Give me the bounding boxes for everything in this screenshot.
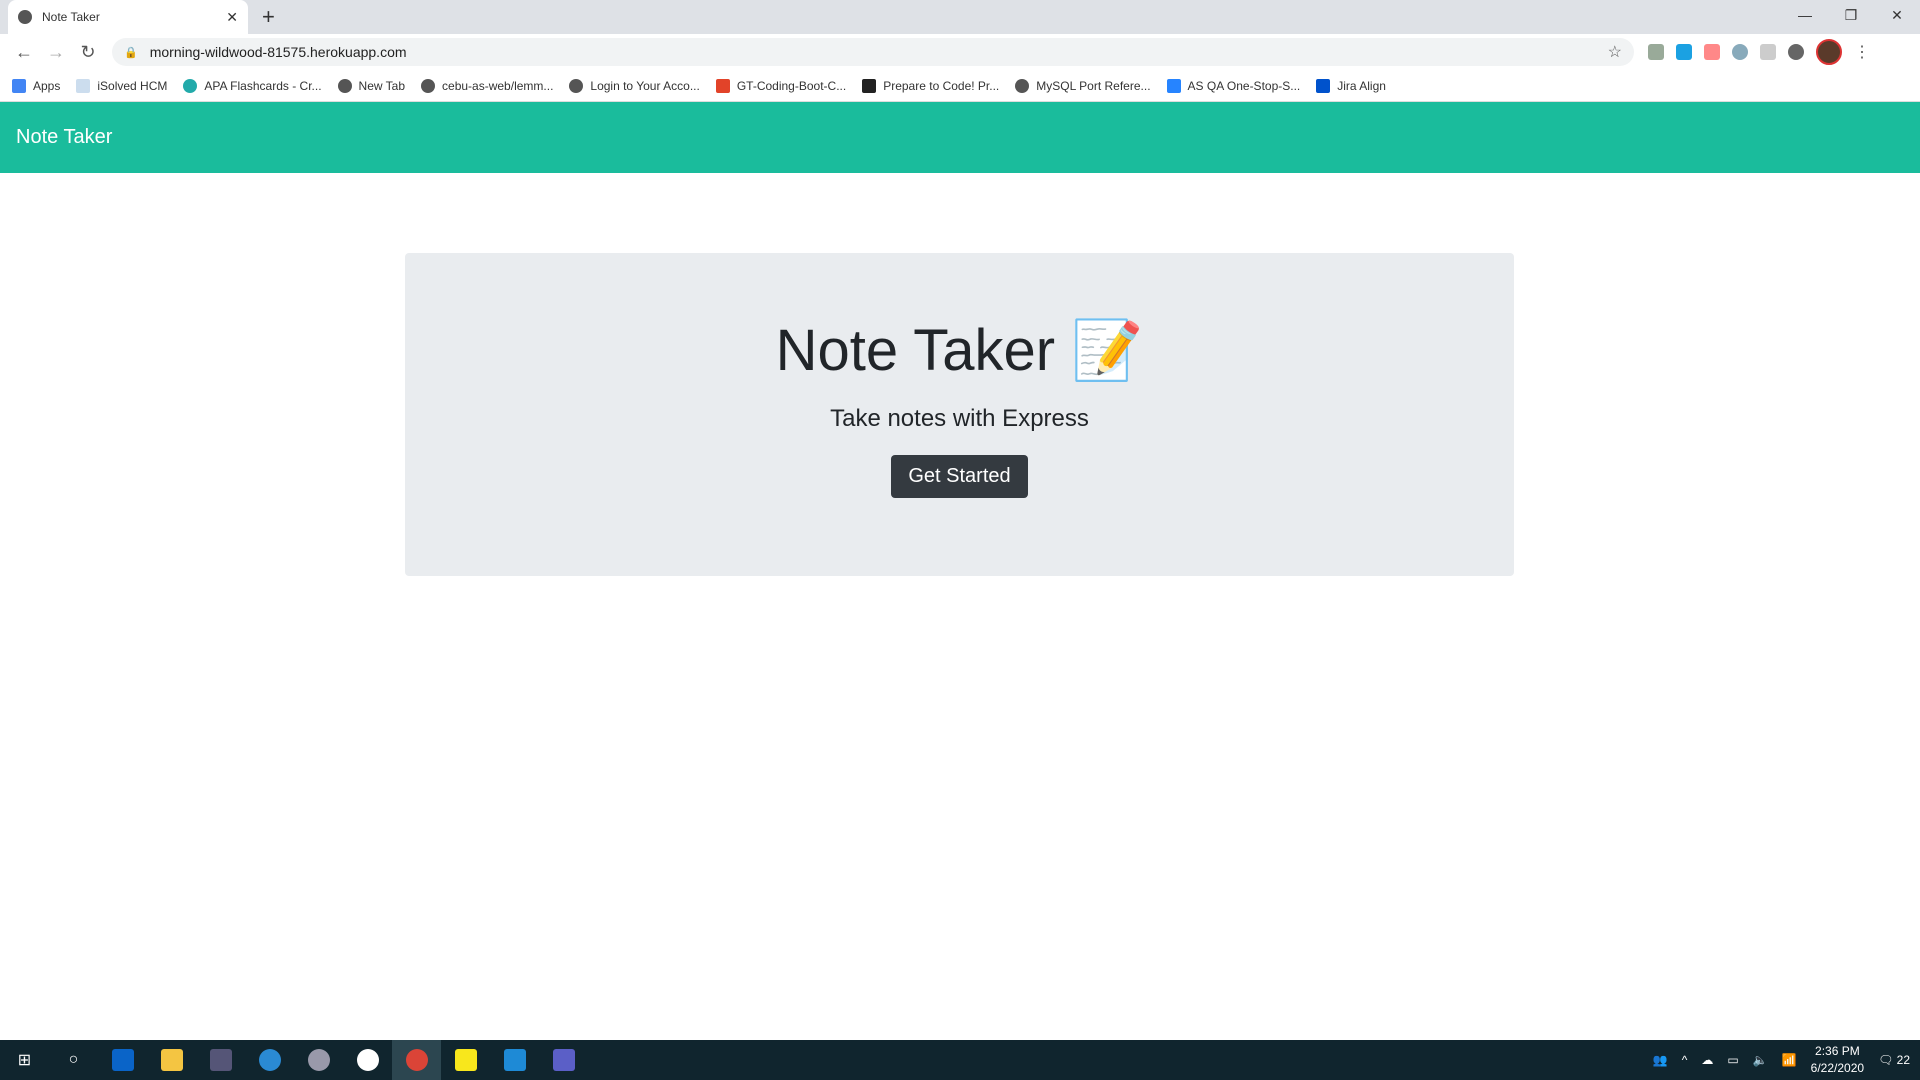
extension-js-icon[interactable]	[1648, 44, 1664, 60]
new-tab-button[interactable]: +	[262, 4, 275, 30]
apps-grid-icon	[12, 78, 26, 93]
back-button[interactable]: ←	[8, 42, 40, 63]
forward-button[interactable]: →	[40, 42, 72, 63]
reload-button[interactable]: ↻	[72, 42, 104, 63]
extension-circle-icon[interactable]	[1732, 44, 1748, 60]
bookmark-login[interactable]: Login to Your Acco...	[569, 78, 700, 93]
bookmark-mysql[interactable]: MySQL Port Refere...	[1015, 78, 1151, 93]
wifi-icon[interactable]: 📶	[1782, 1053, 1797, 1067]
restore-button[interactable]: ❐	[1828, 0, 1874, 30]
minimize-button[interactable]: —	[1782, 0, 1828, 30]
menu-icon[interactable]: ⋮	[1854, 42, 1870, 62]
time: 2:36 PM	[1815, 1044, 1860, 1058]
info-icon	[76, 78, 91, 93]
jumbotron: Note Taker 📝 Take notes with Express Get…	[405, 253, 1514, 576]
bookmark-label: Apps	[33, 78, 61, 93]
start-button[interactable]: ⊞	[0, 1040, 49, 1080]
bookmark-isolved[interactable]: iSolved HCM	[76, 78, 168, 93]
sticky-notes-icon[interactable]	[441, 1040, 490, 1080]
file-explorer-icon[interactable]	[147, 1040, 196, 1080]
bookmark-new-tab[interactable]: New Tab	[337, 78, 406, 93]
search-button[interactable]: ○	[49, 1040, 98, 1080]
bookmark-apa[interactable]: APA Flashcards - Cr...	[183, 78, 322, 93]
extension-windows-icon[interactable]	[1676, 44, 1692, 60]
chrome-icon[interactable]	[392, 1040, 441, 1080]
tab-note-taker[interactable]: Note Taker ✕	[8, 0, 248, 34]
c-logo-icon	[183, 78, 198, 93]
edge-icon[interactable]	[245, 1040, 294, 1080]
show-hidden-icons[interactable]: ^	[1682, 1053, 1688, 1067]
teams-icon[interactable]	[539, 1040, 588, 1080]
url-text: morning-wildwood-81575.herokuapp.com	[149, 44, 407, 60]
tab-bar: Note Taker ✕ + — ❐ ✕	[0, 0, 1920, 34]
slack-icon[interactable]	[343, 1040, 392, 1080]
close-tab-icon[interactable]: ✕	[226, 9, 238, 26]
globe-icon	[18, 10, 32, 24]
date: 6/22/2020	[1810, 1061, 1865, 1075]
bookmark-label: New Tab	[358, 78, 406, 93]
tab-title: Note Taker	[42, 10, 100, 24]
notification-count: 22	[1896, 1053, 1910, 1067]
bookmark-label: GT-Coding-Boot-C...	[736, 78, 847, 93]
people-icon[interactable]: 👥	[1653, 1053, 1668, 1067]
clock[interactable]: 2:36 PM 6/22/2020	[1811, 1043, 1864, 1077]
extension-gray-icon[interactable]	[1788, 44, 1804, 60]
gitlab-icon	[715, 78, 730, 93]
address-bar-row: ← → ↻ 🔒 morning-wildwood-81575.herokuapp…	[0, 34, 1920, 70]
bookmark-jira-align[interactable]: Jira Align	[1316, 78, 1386, 93]
bookmark-cebu[interactable]: cebu-as-web/lemm...	[421, 78, 554, 93]
globe-icon	[569, 78, 584, 93]
outlook-icon[interactable]	[98, 1040, 147, 1080]
bookmarks-bar: Apps iSolved HCM APA Flashcards - Cr... …	[0, 70, 1920, 102]
bookmark-label: APA Flashcards - Cr...	[204, 78, 322, 93]
confluence-icon	[1166, 78, 1181, 93]
notifications-icon[interactable]: 🗨 22	[1878, 1053, 1910, 1067]
app-icon[interactable]	[196, 1040, 245, 1080]
extension-json-icon[interactable]	[1760, 44, 1776, 60]
navbar-brand[interactable]: Note Taker	[16, 126, 112, 149]
bookmark-label: AS QA One-Stop-S...	[1187, 78, 1301, 93]
close-window-button[interactable]: ✕	[1874, 0, 1920, 30]
navbar: Note Taker	[0, 102, 1920, 173]
extension-badge-icon[interactable]	[1704, 44, 1720, 60]
battery-icon[interactable]: ▭	[1727, 1053, 1738, 1067]
bookmark-label: iSolved HCM	[97, 78, 168, 93]
volume-icon[interactable]: 🔈	[1753, 1053, 1768, 1067]
taskbar: ⊞ ○ 👥 ^ ☁ ▭ 🔈 📶 2:36 PM 6/22/2020 🗨 22	[0, 1040, 1920, 1080]
lock-icon: 🔒	[124, 46, 138, 59]
book-icon	[862, 78, 877, 93]
app-stripes-icon[interactable]	[294, 1040, 343, 1080]
profile-avatar[interactable]	[1816, 39, 1842, 65]
globe-icon	[337, 78, 352, 93]
bookmark-label: Login to Your Acco...	[590, 78, 700, 93]
jira-align-icon	[1316, 78, 1331, 93]
bookmark-gitlab[interactable]: GT-Coding-Boot-C...	[715, 78, 847, 93]
bookmark-prepare[interactable]: Prepare to Code! Pr...	[862, 78, 1000, 93]
globe-icon	[421, 78, 436, 93]
globe-icon	[1015, 78, 1030, 93]
page-title: Note Taker 📝	[775, 318, 1144, 383]
bookmark-label: Jira Align	[1337, 78, 1386, 93]
bookmark-label: MySQL Port Refere...	[1036, 78, 1151, 93]
onedrive-icon[interactable]: ☁	[1701, 1053, 1713, 1067]
bookmark-apps[interactable]: Apps	[12, 78, 61, 93]
bookmark-star-icon[interactable]: ☆	[1608, 42, 1622, 62]
bookmark-label: cebu-as-web/lemm...	[442, 78, 554, 93]
get-started-button[interactable]: Get Started	[891, 455, 1028, 498]
vscode-icon[interactable]	[490, 1040, 539, 1080]
bookmark-asqa[interactable]: AS QA One-Stop-S...	[1166, 78, 1301, 93]
bookmark-label: Prepare to Code! Pr...	[883, 78, 1000, 93]
url-input[interactable]: 🔒 morning-wildwood-81575.herokuapp.com ☆	[112, 38, 1634, 66]
subtitle: Take notes with Express	[830, 405, 1089, 432]
